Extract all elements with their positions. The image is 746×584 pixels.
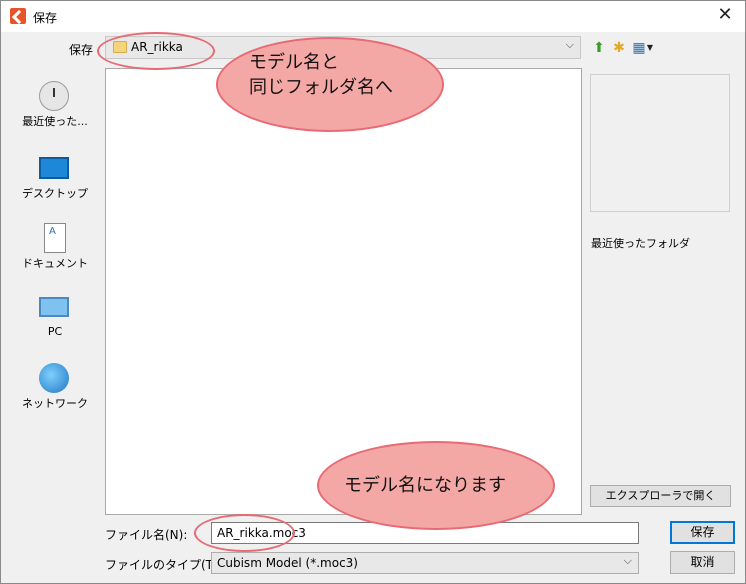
place-documents[interactable]: ドキュメント [15,223,95,287]
filename-label: ファイル名(N): [105,528,188,542]
preview-pane [590,74,730,212]
filetype-label: ファイルのタイプ(T): [105,558,222,572]
recent-folder-label: 最近使ったフォルダ [591,237,690,250]
places-bar: 最近使った... デスクトップ ドキュメント PC ネットワーク [15,69,95,439]
window-title: 保存 [33,11,58,25]
chevron-down-icon: ⌵ [565,38,574,51]
place-label: デスクトップ [22,187,88,200]
file-list[interactable] [105,68,582,515]
place-label: ドキュメント [22,257,88,270]
place-pc[interactable]: PC [15,293,95,357]
place-network[interactable]: ネットワーク [15,363,95,427]
title-bar: 保存 ✕ [1,1,745,32]
app-icon [10,8,26,24]
documents-icon [44,223,66,253]
open-in-explorer-button[interactable]: エクスプローラで開く [590,485,731,507]
chevron-down-icon: ⌵ [623,554,632,567]
highlight-ring-location [97,32,215,70]
close-icon[interactable]: ✕ [713,5,737,27]
annotation-folder-text: モデル名と 同じフォルダ名へ [249,50,393,100]
save-in-label: 保存 [69,43,94,57]
recent-places-icon [39,81,69,111]
place-label: 最近使った... [22,115,88,128]
save-button[interactable]: 保存 [670,521,735,544]
pc-icon [39,297,69,317]
network-icon [39,363,69,393]
place-label: PC [47,325,63,338]
annotation-filename-text: モデル名になります [344,475,506,496]
new-folder-icon[interactable]: ✱ [610,39,628,57]
highlight-ring-filename [194,514,295,552]
save-dialog: 保存 ✕ 保存 AR_rikka ⌵ ⬆ ✱ ▦ ▼ 最近使った... デスクト… [0,0,746,584]
place-desktop[interactable]: デスクトップ [15,153,95,217]
up-folder-icon[interactable]: ⬆ [590,39,608,57]
annotation-folder-line1: モデル名と [249,52,339,73]
place-recent[interactable]: 最近使った... [15,81,95,145]
desktop-icon [39,157,69,179]
filetype-dropdown[interactable]: Cubism Model (*.moc3) ⌵ [211,552,639,574]
view-menu-arrow-icon[interactable]: ▼ [646,39,654,57]
place-label: ネットワーク [22,397,88,410]
annotation-folder-line2: 同じフォルダ名へ [249,77,393,98]
filetype-value: Cubism Model (*.moc3) [217,556,358,570]
cancel-button[interactable]: 取消 [670,551,735,574]
